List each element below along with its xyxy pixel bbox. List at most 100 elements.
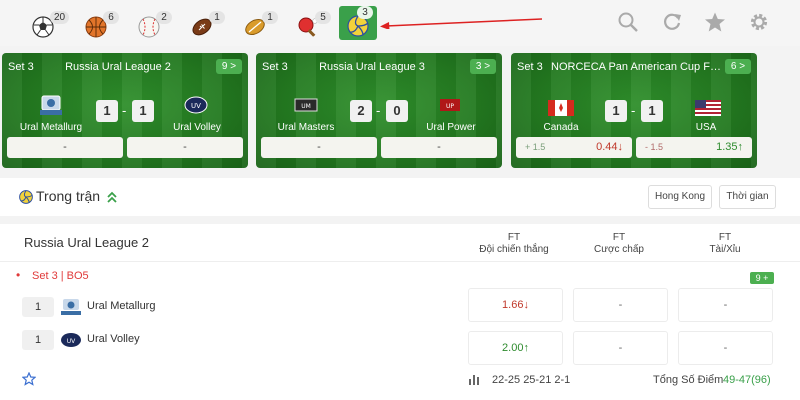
stats-icon[interactable]: [468, 373, 480, 385]
column-header-over-under: FT Tài/Xỉu: [670, 232, 780, 256]
usa-flag-icon: [695, 100, 721, 116]
more-markets-button[interactable]: 3 >: [470, 59, 496, 74]
card-league: Russia Ural League 2: [65, 61, 171, 73]
volleyball-icon: [19, 190, 33, 204]
odds-box[interactable]: + 1.5 0.44↓: [516, 137, 632, 158]
odds-value: -: [723, 299, 728, 311]
handicap-odds-box[interactable]: -: [573, 288, 668, 322]
more-markets-button[interactable]: 6 >: [725, 59, 751, 74]
star-icon[interactable]: [704, 11, 726, 33]
odds-box[interactable]: -: [7, 137, 123, 158]
handicap-value: - 1.5: [645, 142, 664, 152]
sport-count: 6: [103, 11, 119, 24]
league-panel: Russia Ural League 2 FT Đội chiến thắng …: [0, 224, 800, 400]
odds-box[interactable]: -: [261, 137, 377, 158]
total-points-label: Tổng Số Điểm: [653, 374, 724, 386]
sport-tab-rugby[interactable]: 1: [234, 8, 278, 40]
column-header-line: FT: [718, 232, 732, 243]
match-card[interactable]: Set 3 NORCECA Pan American Cup Fi... 6 >…: [511, 53, 757, 168]
odds-value: 1.66↓: [502, 299, 529, 311]
svg-text:UM: UM: [301, 103, 311, 110]
team-logo: UP: [440, 99, 460, 111]
handicap-odds-box[interactable]: -: [573, 331, 668, 365]
column-header-line: Tài/Xỉu: [709, 244, 741, 255]
search-icon[interactable]: [617, 11, 639, 33]
svg-text:UV: UV: [191, 102, 201, 110]
card-league: NORCECA Pan American Cup Fi...: [551, 61, 721, 73]
odds-value: -: [618, 342, 623, 354]
winner-odds-box[interactable]: 2.00↑: [468, 331, 563, 365]
column-header-line: FT: [507, 232, 521, 243]
odds-value: -: [63, 141, 67, 153]
team-row[interactable]: 1 Ural Metallurg: [22, 297, 442, 319]
annotation-arrow: [380, 18, 542, 29]
sport-tab-soccer[interactable]: 20: [22, 8, 70, 40]
over-under-odds-box[interactable]: -: [678, 331, 773, 365]
home-team-name: Canada: [543, 122, 579, 133]
card-set: Set 3: [517, 61, 543, 73]
away-score: 0: [386, 100, 408, 122]
sport-count: 5: [315, 11, 331, 24]
more-markets-button[interactable]: 9 +: [750, 272, 774, 284]
double-chevron-up-icon[interactable]: [107, 191, 117, 203]
star-outline-icon[interactable]: [22, 372, 36, 386]
sport-bar: 20 6 2 1 1 5 3: [0, 0, 800, 46]
handicap-value: + 1.5: [525, 142, 546, 152]
winner-odds-box[interactable]: 1.66↓: [468, 288, 563, 322]
sport-tab-table-tennis[interactable]: 5: [287, 8, 331, 40]
team-row[interactable]: 1 UV Ural Volley: [22, 330, 442, 352]
score-separator: -: [122, 103, 127, 118]
more-markets-button[interactable]: 9 >: [216, 59, 242, 74]
refresh-icon[interactable]: [661, 11, 683, 33]
odds-value: 0.44↓: [596, 141, 623, 153]
live-dot: •: [16, 268, 21, 282]
over-under-odds-box[interactable]: -: [678, 288, 773, 322]
odds-value: -: [618, 299, 623, 311]
sport-tab-volleyball[interactable]: 3: [339, 6, 377, 40]
odds-box[interactable]: - 1.5 1.35↑: [636, 137, 752, 158]
sport-tab-basketball[interactable]: 6: [75, 8, 119, 40]
svg-text:UP: UP: [446, 103, 454, 110]
home-score: 1: [605, 100, 627, 122]
sport-count: 1: [209, 11, 225, 24]
sport-tab-american-football[interactable]: 1: [181, 8, 225, 40]
away-team-name: Ural Volley: [173, 122, 221, 133]
canada-flag-icon: [548, 100, 574, 116]
sport-count: 2: [156, 11, 172, 24]
gear-icon[interactable]: [748, 11, 770, 33]
league-header: Russia Ural League 2 FT Đội chiến thắng …: [0, 224, 800, 262]
column-header-line: Đội chiến thắng: [479, 244, 549, 255]
team-score: 1: [22, 297, 54, 317]
card-set: Set 3: [262, 61, 288, 73]
team-logo: UM: [294, 98, 318, 112]
home-team-name: Ural Masters: [277, 122, 335, 133]
score-separator: -: [376, 103, 381, 118]
card-league: Russia Ural League 3: [319, 61, 425, 73]
team-logo: UV: [184, 96, 208, 114]
odds-value: -: [437, 141, 441, 153]
home-score: 1: [96, 100, 118, 122]
sport-tab-baseball[interactable]: 2: [128, 8, 172, 40]
odds-box[interactable]: -: [127, 137, 243, 158]
away-score: 1: [132, 100, 154, 122]
sort-by-time-button[interactable]: Thời gian: [719, 185, 776, 209]
set-scores: 22-25 25-21 2-1: [492, 374, 571, 386]
column-header-line: FT: [612, 232, 626, 243]
team-logo: UV: [61, 333, 81, 347]
away-team-name: USA: [695, 122, 717, 133]
odds-box[interactable]: -: [381, 137, 497, 158]
odds-value: -: [183, 141, 187, 153]
odds-value: 2.00↑: [502, 342, 529, 354]
league-name: Russia Ural League 2: [24, 235, 150, 250]
match-card[interactable]: Set 3 Russia Ural League 3 3 > UM Ural M…: [256, 53, 502, 168]
inplay-title: Trong trận: [36, 188, 101, 204]
odds-value: -: [317, 141, 321, 153]
set-info: Set 3 | BO5: [32, 270, 89, 282]
odds-value: 1.35↑: [716, 141, 743, 153]
team-name: Ural Volley: [87, 333, 140, 345]
column-header-winner: FT Đội chiến thắng: [459, 232, 569, 256]
hong-kong-odds-button[interactable]: Hong Kong: [648, 185, 712, 209]
sport-count: 1: [262, 11, 278, 24]
sport-count: 20: [50, 11, 70, 24]
match-card[interactable]: Set 3 Russia Ural League 2 9 > Ural Meta…: [2, 53, 248, 168]
